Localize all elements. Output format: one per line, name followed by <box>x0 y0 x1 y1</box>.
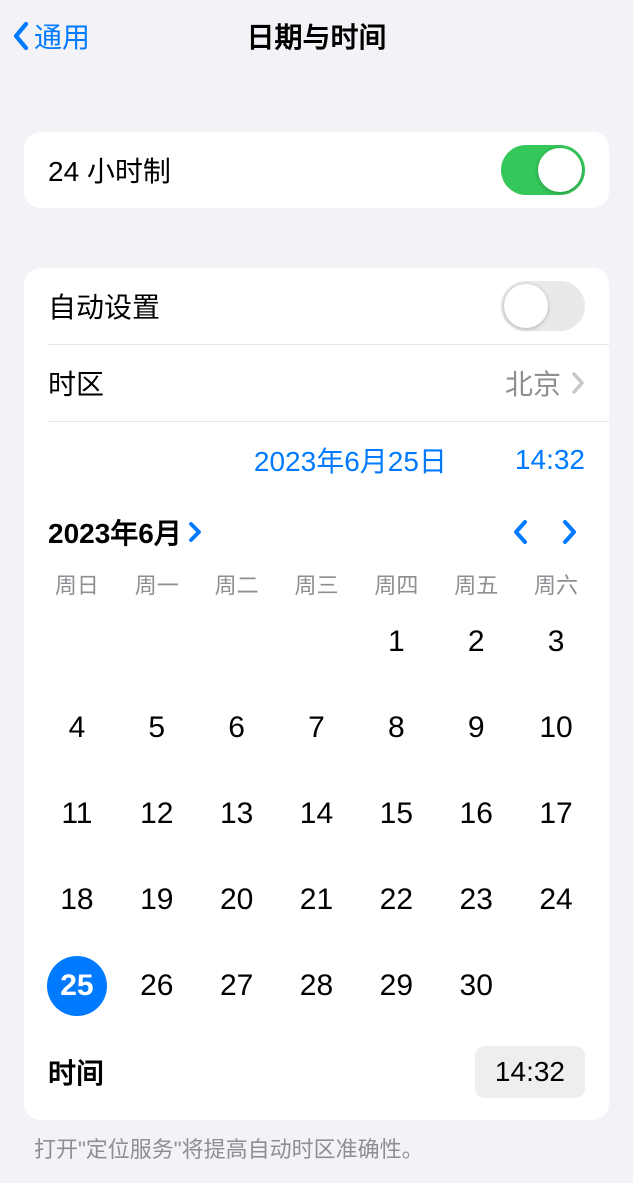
calendar-blank <box>198 612 276 672</box>
auto-set-label: 自动设置 <box>48 286 501 326</box>
calendar-day[interactable]: 14 <box>278 784 356 844</box>
calendar-day[interactable]: 19 <box>118 870 196 930</box>
clock-24h-label: 24 小时制 <box>48 150 501 190</box>
toggle-knob <box>504 284 548 328</box>
calendar-day[interactable]: 30 <box>437 956 515 1016</box>
calendar-blank <box>278 612 356 672</box>
clock-24h-toggle[interactable] <box>501 145 585 195</box>
month-picker-button[interactable]: 2023年6月 <box>48 512 202 552</box>
chevron-right-icon <box>571 371 585 395</box>
page-title: 日期与时间 <box>0 16 633 56</box>
calendar-day[interactable]: 13 <box>198 784 276 844</box>
calendar-blank <box>118 612 196 672</box>
calendar-day[interactable]: 2 <box>437 612 515 672</box>
chevron-right-icon <box>188 521 202 543</box>
calendar-day[interactable]: 6 <box>198 698 276 758</box>
weekday-header: 周六 <box>517 568 595 600</box>
calendar-day[interactable]: 7 <box>278 698 356 758</box>
calendar-day[interactable]: 15 <box>357 784 435 844</box>
month-label: 2023年6月 <box>48 512 182 552</box>
calendar-day[interactable]: 22 <box>357 870 435 930</box>
calendar-day[interactable]: 27 <box>198 956 276 1016</box>
chevron-left-icon <box>12 21 30 51</box>
calendar-day[interactable]: 3 <box>517 612 595 672</box>
calendar-day[interactable]: 12 <box>118 784 196 844</box>
calendar-day[interactable]: 25 <box>47 956 107 1016</box>
weekday-header: 周四 <box>357 568 435 600</box>
calendar-day[interactable]: 16 <box>437 784 515 844</box>
toggle-knob <box>538 148 582 192</box>
calendar-day[interactable]: 18 <box>38 870 116 930</box>
back-label: 通用 <box>34 16 90 56</box>
time-label: 时间 <box>48 1052 475 1092</box>
calendar-day[interactable]: 29 <box>357 956 435 1016</box>
weekday-header: 周三 <box>278 568 356 600</box>
calendar-day[interactable]: 20 <box>198 870 276 930</box>
timezone-label: 时区 <box>48 363 505 403</box>
calendar-day[interactable]: 8 <box>357 698 435 758</box>
calendar-day[interactable]: 4 <box>38 698 116 758</box>
prev-month-button[interactable] <box>495 510 545 554</box>
auto-set-toggle[interactable] <box>501 281 585 331</box>
next-month-button[interactable] <box>545 510 585 554</box>
calendar-day[interactable]: 1 <box>357 612 435 672</box>
calendar-blank <box>38 612 116 672</box>
chevron-right-icon <box>561 518 579 546</box>
timezone-row[interactable]: 时区 北京 <box>24 345 609 421</box>
weekday-header: 周日 <box>38 568 116 600</box>
calendar-day[interactable]: 5 <box>118 698 196 758</box>
back-button[interactable]: 通用 <box>12 16 90 56</box>
chevron-left-icon <box>511 518 529 546</box>
footnote-text: 打开"定位服务"将提高自动时区准确性。 <box>0 1120 633 1164</box>
calendar-day[interactable]: 21 <box>278 870 356 930</box>
calendar-day[interactable]: 9 <box>437 698 515 758</box>
timezone-value: 北京 <box>505 363 561 403</box>
weekday-header: 周二 <box>198 568 276 600</box>
calendar-day[interactable]: 11 <box>38 784 116 844</box>
calendar-day[interactable]: 24 <box>517 870 595 930</box>
calendar-day[interactable]: 26 <box>118 956 196 1016</box>
current-date-button[interactable]: 2023年6月25日 <box>254 440 447 480</box>
calendar-day[interactable]: 23 <box>437 870 515 930</box>
calendar-day[interactable]: 28 <box>278 956 356 1016</box>
calendar-day[interactable]: 10 <box>517 698 595 758</box>
weekday-header: 周五 <box>437 568 515 600</box>
current-time-button[interactable]: 14:32 <box>515 444 585 476</box>
time-picker-chip[interactable]: 14:32 <box>475 1046 585 1098</box>
weekday-header: 周一 <box>118 568 196 600</box>
calendar-day[interactable]: 17 <box>517 784 595 844</box>
